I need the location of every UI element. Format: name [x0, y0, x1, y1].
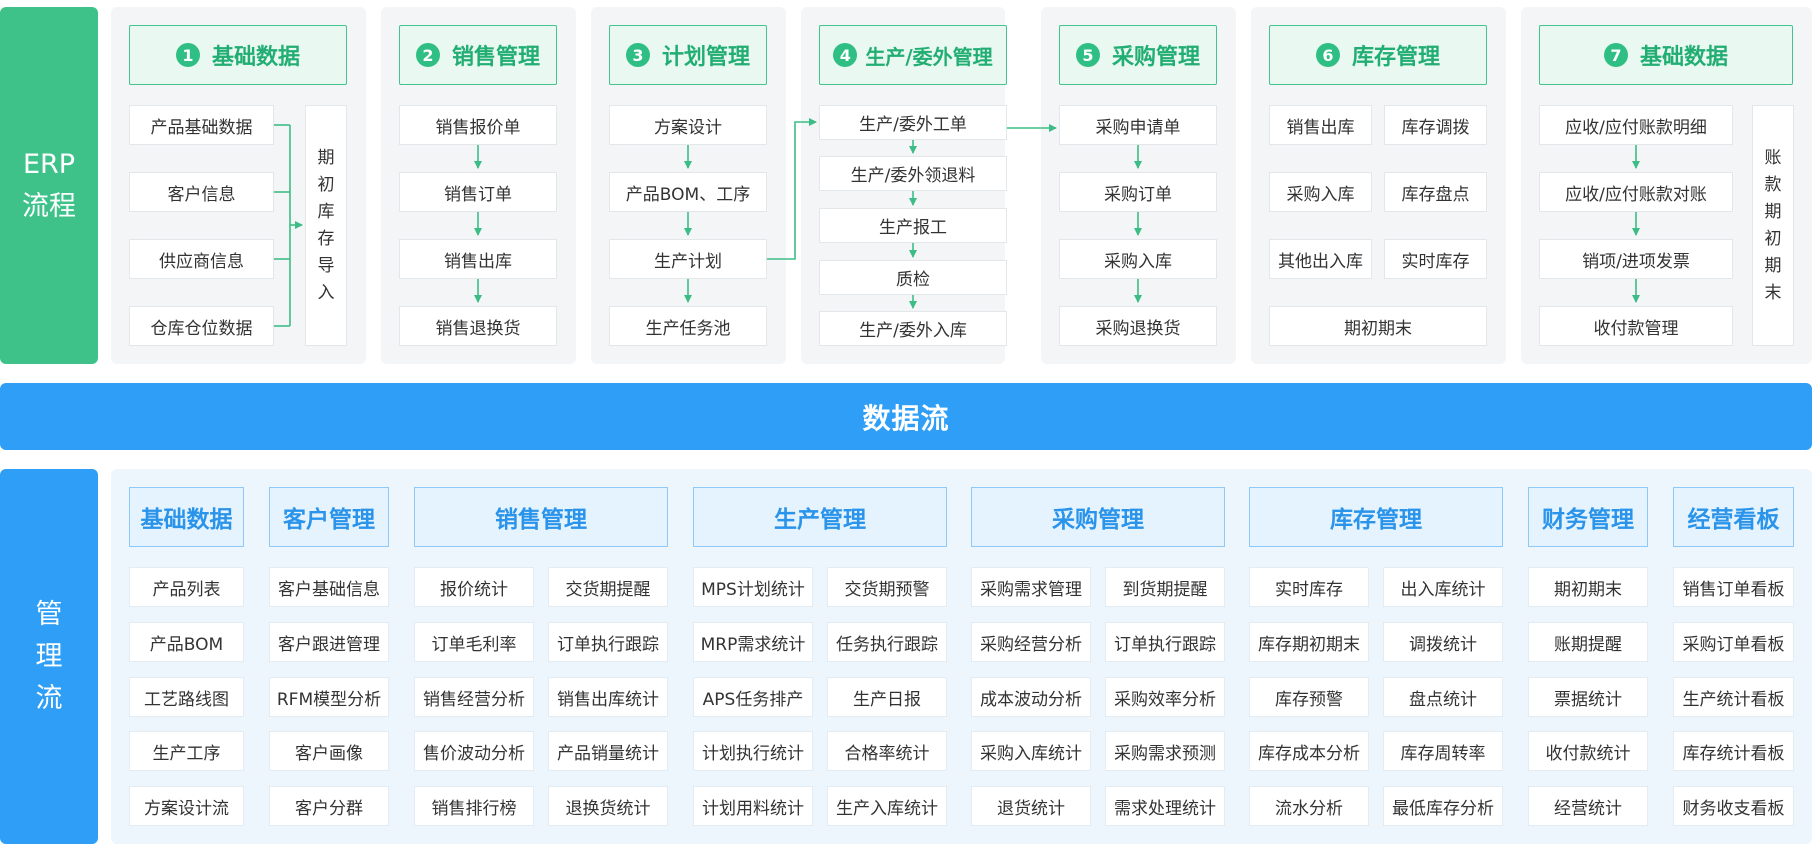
mgmt-basic-item: 产品BOM [129, 622, 244, 662]
mgmt-inventory-item: 实时库存 [1249, 567, 1369, 607]
mgmt-inventory-item: 库存期初期末 [1249, 622, 1369, 662]
mgmt-production-item: 计划用料统计 [693, 786, 813, 826]
mgmt-inventory-item: 库存成本分析 [1249, 731, 1369, 771]
mgmt-sales-item: 产品销量统计 [548, 731, 668, 771]
mgmt-inventory-item: 最低库存分析 [1383, 786, 1503, 826]
mgmt-production-item: 任务执行跟踪 [827, 622, 947, 662]
mgmt-purchase-item: 退货统计 [971, 786, 1091, 826]
mgmt-finance-item: 经营统计 [1528, 786, 1648, 826]
mgmt-finance-item: 收付款统计 [1528, 731, 1648, 771]
mgmt-purchase-item: 采购入库统计 [971, 731, 1091, 771]
mgmt-customer-item: 客户画像 [269, 731, 389, 771]
mgmt-basic-item: 方案设计流 [129, 786, 244, 826]
mgmt-sales-item: 订单执行跟踪 [548, 622, 668, 662]
mgmt-header-production: 生产管理 [693, 487, 947, 547]
mgmt-production-item: APS任务排产 [693, 677, 813, 717]
mgmt-customer-item: 客户跟进管理 [269, 622, 389, 662]
mgmt-purchase-item: 采购经营分析 [971, 622, 1091, 662]
mgmt-production-item: MRP需求统计 [693, 622, 813, 662]
mgmt-finance-item: 票据统计 [1528, 677, 1648, 717]
mgmt-basic-item: 产品列表 [129, 567, 244, 607]
mgmt-purchase-item: 采购需求预测 [1105, 731, 1225, 771]
mgmt-dashboard-item: 生产统计看板 [1673, 677, 1794, 717]
mgmt-customer-item: 客户基础信息 [269, 567, 389, 607]
mgmt-inventory-item: 盘点统计 [1383, 677, 1503, 717]
mgmt-header-dashboard: 经营看板 [1673, 487, 1794, 547]
mgmt-inventory-item: 调拨统计 [1383, 622, 1503, 662]
mgmt-production-item: 合格率统计 [827, 731, 947, 771]
mgmt-sales-item: 售价波动分析 [414, 731, 534, 771]
mgmt-dashboard-item: 采购订单看板 [1673, 622, 1794, 662]
mgmt-finance-item: 账期提醒 [1528, 622, 1648, 662]
mgmt-purchase-item: 采购需求管理 [971, 567, 1091, 607]
mgmt-inventory-item: 库存预警 [1249, 677, 1369, 717]
mgmt-dashboard-item: 销售订单看板 [1673, 567, 1794, 607]
mgmt-inventory-item: 库存周转率 [1383, 731, 1503, 771]
mgmt-purchase-item: 需求处理统计 [1105, 786, 1225, 826]
mgmt-dashboard-item: 库存统计看板 [1673, 731, 1794, 771]
mgmt-production-item: 计划执行统计 [693, 731, 813, 771]
mgmt-purchase-item: 采购效率分析 [1105, 677, 1225, 717]
mgmt-sales-item: 销售出库统计 [548, 677, 668, 717]
mgmt-header-basic: 基础数据 [129, 487, 244, 547]
data-flow-banner: 数据流 [0, 383, 1812, 450]
mgmt-customer-item: 客户分群 [269, 786, 389, 826]
mgmt-sales-item: 销售经营分析 [414, 677, 534, 717]
mgmt-basic-item: 生产工序 [129, 731, 244, 771]
mgmt-production-item: 生产日报 [827, 677, 947, 717]
mgmt-sales-item: 销售排行榜 [414, 786, 534, 826]
mgmt-inventory-item: 出入库统计 [1383, 567, 1503, 607]
mgmt-purchase-item: 订单执行跟踪 [1105, 622, 1225, 662]
mgmt-header-customer: 客户管理 [269, 487, 389, 547]
mgmt-sales-item: 订单毛利率 [414, 622, 534, 662]
mgmt-sales-item: 交货期提醒 [548, 567, 668, 607]
mgmt-production-item: MPS计划统计 [693, 567, 813, 607]
mgmt-production-item: 生产入库统计 [827, 786, 947, 826]
mgmt-header-inventory: 库存管理 [1249, 487, 1503, 547]
mgmt-purchase-item: 成本波动分析 [971, 677, 1091, 717]
mgmt-basic-item: 工艺路线图 [129, 677, 244, 717]
mgmt-sales-item: 报价统计 [414, 567, 534, 607]
mgmt-purchase-item: 到货期提醒 [1105, 567, 1225, 607]
mgmt-production-item: 交货期预警 [827, 567, 947, 607]
mgmt-header-finance: 财务管理 [1528, 487, 1648, 547]
mgmt-finance-item: 期初期末 [1528, 567, 1648, 607]
mgmt-inventory-item: 流水分析 [1249, 786, 1369, 826]
mgmt-dashboard-item: 财务收支看板 [1673, 786, 1794, 826]
mgmt-customer-item: RFM模型分析 [269, 677, 389, 717]
mgmt-sales-item: 退换货统计 [548, 786, 668, 826]
mgmt-header-sales: 销售管理 [414, 487, 668, 547]
mgmt-header-purchase: 采购管理 [971, 487, 1225, 547]
